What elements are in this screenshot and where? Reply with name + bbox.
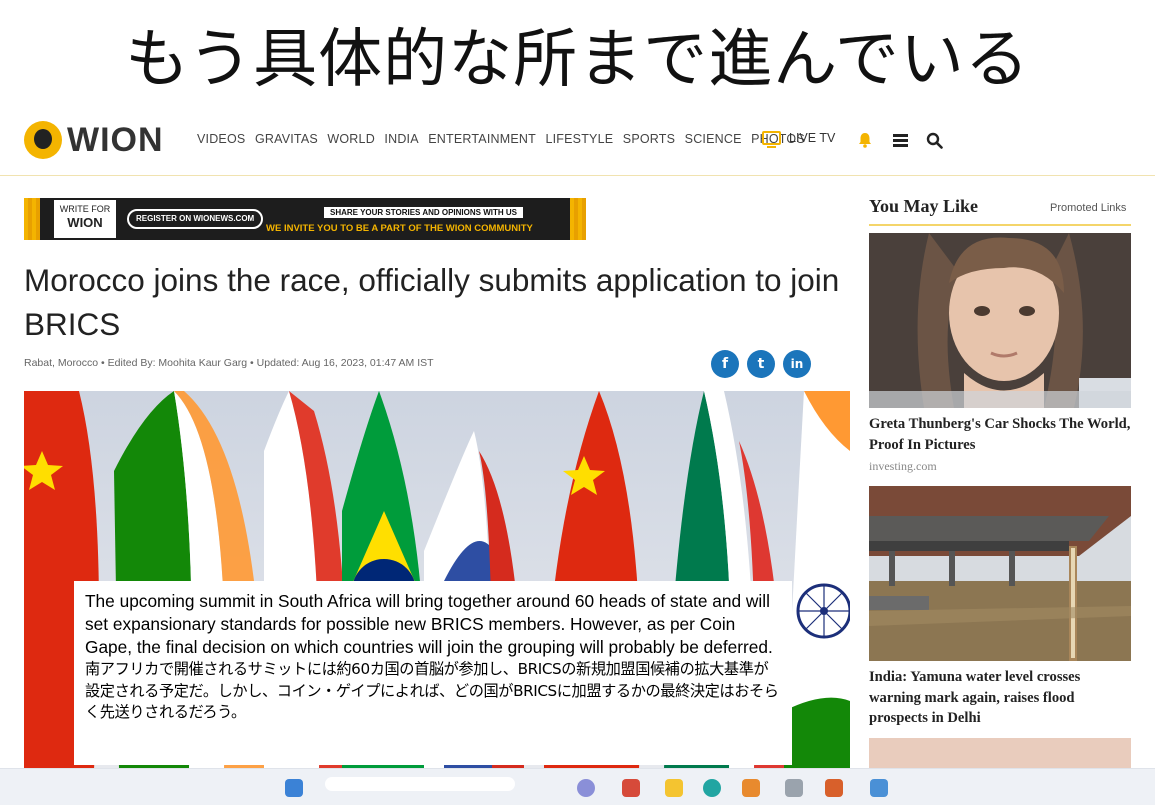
sidebar-card-1-source: investing.com — [869, 459, 937, 473]
sidebar-card-2-title[interactable]: India: Yamuna water level crosses warnin… — [869, 667, 1131, 729]
banner-write-for-text: WRITE FOR — [59, 204, 111, 214]
sidebar-card-3-image[interactable] — [869, 738, 1131, 768]
nav-item-science[interactable]: SCIENCE — [685, 132, 742, 146]
nav-item-videos[interactable]: VIDEOS — [197, 132, 245, 146]
app-icon[interactable] — [622, 779, 640, 797]
bell-icon[interactable] — [857, 132, 873, 148]
nav-item-entertainment[interactable]: ENTERTAINMENT — [428, 132, 536, 146]
share-buttons: f t in — [711, 350, 811, 378]
main-nav: VIDEOS GRAVITAS WORLD INDIA ENTERTAINMEN… — [197, 132, 814, 146]
app-icon[interactable] — [665, 779, 683, 797]
nav-item-lifestyle[interactable]: LIFESTYLE — [545, 132, 613, 146]
twitter-share-icon[interactable]: t — [747, 350, 775, 378]
sidebar-card-1-title[interactable]: Greta Thunberg's Car Shocks The World, P… — [869, 414, 1131, 455]
start-icon[interactable] — [285, 779, 303, 797]
app-icon[interactable] — [577, 779, 595, 797]
os-taskbar — [0, 768, 1155, 805]
byline-editor: Edited By: Moohita Kaur Garg — [107, 357, 248, 369]
article-headline: Morocco joins the race, officially submi… — [24, 262, 840, 342]
nav-item-gravitas[interactable]: GRAVITAS — [255, 132, 318, 146]
tv-icon — [762, 131, 781, 148]
app-icon[interactable] — [785, 779, 803, 797]
banner-register-button[interactable]: REGISTER ON WIONEWS.COM — [127, 209, 264, 229]
flooded-bridge-image — [869, 486, 1131, 661]
app-icon[interactable] — [825, 779, 843, 797]
write-for-wion-banner[interactable]: WRITE FOR WION REGISTER ON WIONEWS.COM S… — [24, 198, 586, 240]
app-icon[interactable] — [870, 779, 888, 797]
translation-overlay: The upcoming summit in South Africa will… — [74, 581, 792, 765]
logo-text: WION — [67, 120, 164, 159]
sidebar-title: You May Like — [869, 196, 979, 216]
site-header: WION VIDEOS GRAVITAS WORLD INDIA ENTERTA… — [0, 112, 1155, 176]
sidebar-card-2-image[interactable] — [869, 486, 1131, 661]
live-tv-label: LIVE TV — [789, 131, 836, 145]
taskbar-search-box[interactable] — [325, 777, 515, 791]
overlay-japanese-text: 南アフリカで開催されるサミットには約60カ国の首脳が参加し、BRICSの新規加盟… — [85, 660, 779, 721]
banner-wion-text: WION — [67, 215, 103, 230]
sidebar-divider — [869, 224, 1131, 226]
banner-stripe-right — [570, 198, 586, 240]
wion-logo[interactable]: WION — [24, 121, 164, 159]
banner-write-for-badge: WRITE FOR WION — [54, 200, 116, 238]
live-tv-link[interactable]: LIVE TV — [762, 131, 836, 148]
girl-portrait-image — [869, 233, 1131, 408]
byline-location: Rabat, Morocco — [24, 357, 99, 369]
overlay-english-text: The upcoming summit in South Africa will… — [85, 591, 773, 657]
slide-title: もう具体的な所まで進んでいる — [125, 23, 1030, 97]
linkedin-share-icon[interactable]: in — [783, 350, 811, 378]
nav-item-world[interactable]: WORLD — [327, 132, 375, 146]
article-byline: Rabat, Morocco • Edited By: Moohita Kaur… — [24, 357, 434, 369]
nav-item-india[interactable]: INDIA — [384, 132, 418, 146]
banner-share-text: SHARE YOUR STORIES AND OPINIONS WITH US — [324, 207, 523, 218]
sidebar-card-1-image[interactable] — [869, 233, 1131, 408]
promoted-links-label[interactable]: Promoted Links — [1050, 202, 1126, 214]
app-icon[interactable] — [742, 779, 760, 797]
banner-stripe-left — [24, 198, 40, 240]
app-icon[interactable] — [703, 779, 721, 797]
facebook-share-icon[interactable]: f — [711, 350, 739, 378]
wion-logo-mark-icon — [24, 121, 62, 159]
byline-updated: Updated: Aug 16, 2023, 01:47 AM IST — [256, 357, 434, 369]
search-icon[interactable] — [926, 132, 943, 149]
nav-item-sports[interactable]: SPORTS — [623, 132, 675, 146]
banner-invite-text: WE INVITE YOU TO BE A PART OF THE WION C… — [266, 223, 533, 234]
hamburger-menu-icon[interactable] — [893, 134, 908, 147]
